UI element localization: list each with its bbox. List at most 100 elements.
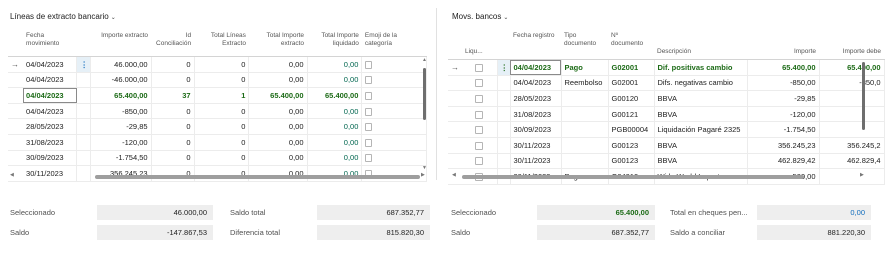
chevron-down-icon[interactable]: ⌄ — [111, 14, 116, 21]
row-actions[interactable] — [497, 75, 511, 92]
cell-total-importe[interactable]: 65.400,00 — [248, 87, 308, 104]
horizontal-scrollbar[interactable] — [462, 175, 804, 179]
cell-total-lineas[interactable]: 0 — [194, 72, 250, 89]
horizontal-scrollbar[interactable] — [95, 175, 420, 179]
cell-total-importe[interactable]: 0,00 — [248, 150, 308, 167]
cell-importe-debe[interactable] — [819, 106, 885, 123]
row-actions[interactable] — [76, 87, 92, 104]
cell-tipo[interactable] — [561, 106, 609, 123]
cell-fecha[interactable]: 30/09/2023 — [510, 121, 562, 138]
column-importe[interactable]: Importe — [747, 30, 819, 60]
cell-id[interactable]: 0 — [151, 56, 195, 73]
cell-documento[interactable]: G00123 — [608, 137, 655, 154]
cell-importe[interactable]: -120,00 — [90, 134, 152, 151]
checkbox[interactable] — [475, 79, 484, 88]
cell-descripcion[interactable]: Difs. negativas cambio — [654, 75, 748, 92]
cell-emoji[interactable] — [361, 72, 427, 89]
cell-descripcion[interactable]: BBVA — [654, 153, 748, 170]
cell-total-importe[interactable]: 0,00 — [248, 56, 308, 73]
cell-importe[interactable]: 462.829,42 — [747, 153, 820, 170]
row-actions[interactable] — [497, 90, 511, 107]
row-actions[interactable] — [76, 150, 92, 167]
cell-fecha[interactable]: 31/08/2023 — [510, 106, 562, 123]
row-actions[interactable]: ⋮ — [497, 59, 511, 76]
table-row[interactable]: 30/11/2023 G00123 BBVA 462.829,42 462.829,4 — [448, 153, 885, 170]
cell-id[interactable]: 0 — [151, 118, 195, 135]
cell-total-liquidado[interactable]: 0,00 — [307, 150, 363, 167]
cell-total-lineas[interactable]: 0 — [194, 103, 250, 120]
cell-importe[interactable]: -46.000,00 — [90, 72, 152, 89]
cell-descripcion[interactable]: Liquidación Pagaré 2325 — [654, 121, 748, 138]
cell-tipo[interactable]: Reembolso — [561, 75, 609, 92]
cheques-pendientes-value[interactable]: 0,00 — [757, 205, 871, 220]
cell-emoji[interactable] — [361, 118, 427, 135]
cell-liquidado[interactable] — [462, 90, 498, 107]
column-liquidado[interactable]: Liqu... — [462, 30, 497, 60]
table-row[interactable]: 04/04/2023 Reembolso G02001 Difs. negativas… — [448, 75, 885, 92]
table-row[interactable]: 30/11/2023 G00123 BBVA 356.245,23 356.245,2 — [448, 137, 885, 154]
cell-tipo[interactable] — [561, 121, 609, 138]
scroll-left-icon[interactable]: ◀ — [452, 172, 456, 178]
cell-fecha[interactable]: 28/05/2023 — [23, 118, 78, 135]
cell-documento[interactable]: G00123 — [608, 153, 655, 170]
column-fecha-registro[interactable]: Fecha registro — [510, 30, 561, 60]
cell-importe[interactable]: -120,00 — [747, 106, 820, 123]
table-row[interactable]: 04/04/2023 -46.000,00 0 0 0,00 0,00 — [8, 72, 427, 89]
more-options-icon[interactable]: ⋮ — [80, 60, 88, 69]
cell-documento[interactable]: PGB00004 — [608, 121, 655, 138]
cell-total-importe[interactable]: 0,00 — [248, 72, 308, 89]
cell-fecha[interactable]: 30/09/2023 — [23, 150, 78, 167]
checkbox[interactable] — [475, 157, 484, 166]
cell-importe[interactable]: -1.754,50 — [90, 150, 152, 167]
checkbox[interactable] — [475, 141, 484, 150]
checkbox[interactable] — [475, 126, 484, 135]
row-actions[interactable] — [76, 165, 92, 182]
column-total-lineas[interactable]: Total Líneas Extracto — [194, 30, 249, 57]
cell-total-lineas[interactable]: 0 — [194, 56, 250, 73]
vertical-scrollbar[interactable] — [862, 62, 865, 130]
cell-importe-debe[interactable]: -850,0 — [819, 75, 885, 92]
cell-liquidado[interactable] — [462, 121, 498, 138]
cell-emoji[interactable] — [361, 56, 427, 73]
cell-importe[interactable]: -850,00 — [747, 75, 820, 92]
cell-fecha[interactable]: 04/04/2023 — [510, 75, 562, 92]
row-actions[interactable]: ⋮ — [76, 56, 92, 73]
cell-liquidado[interactable] — [462, 153, 498, 170]
table-row[interactable]: → 04/04/2023 ⋮ 46.000,00 0 0 0,00 0,00 — [8, 56, 427, 73]
cell-emoji[interactable] — [361, 150, 427, 167]
cell-liquidado[interactable] — [462, 75, 498, 92]
table-row[interactable]: 30/09/2023 -1.754,50 0 0 0,00 0,00 — [8, 150, 427, 167]
cell-fecha[interactable]: 30/11/2023 — [510, 153, 562, 170]
scroll-down-icon[interactable]: ▼ — [422, 165, 427, 171]
cell-emoji[interactable] — [361, 87, 427, 104]
cell-tipo[interactable] — [561, 137, 609, 154]
row-actions[interactable] — [497, 153, 511, 170]
cell-total-importe[interactable]: 0,00 — [248, 103, 308, 120]
cell-id[interactable]: 0 — [151, 150, 195, 167]
checkbox[interactable] — [475, 63, 484, 72]
cell-fecha[interactable]: 31/08/2023 — [23, 134, 78, 151]
table-row[interactable]: 28/05/2023 -29,85 0 0 0,00 0,00 — [8, 118, 427, 135]
cell-importe[interactable]: -1.754,50 — [747, 121, 820, 138]
scroll-right-icon[interactable]: ▶ — [421, 172, 425, 178]
cell-total-importe[interactable]: 0,00 — [248, 134, 308, 151]
panel-title[interactable]: Movs. bancos ⌄ — [452, 12, 508, 21]
cell-descripcion[interactable]: BBVA — [654, 90, 748, 107]
table-row[interactable]: 04/04/2023 65.400,00 37 1 65.400,00 65.400,00 — [8, 87, 427, 104]
cell-total-lineas[interactable]: 0 — [194, 150, 250, 167]
cell-importe-debe[interactable]: 356.245,2 — [819, 137, 885, 154]
cell-descripcion[interactable]: Dif. positivas cambio — [654, 59, 748, 76]
cell-descripcion[interactable]: BBVA — [654, 106, 748, 123]
cell-id[interactable]: 0 — [151, 72, 195, 89]
cell-total-liquidado[interactable]: 0,00 — [307, 103, 363, 120]
cell-fecha[interactable]: 04/04/2023 — [510, 59, 562, 76]
cell-importe-debe[interactable] — [819, 121, 885, 138]
row-actions[interactable] — [497, 137, 511, 154]
cell-liquidado[interactable] — [462, 59, 498, 76]
column-importe-extracto[interactable]: Importe extracto — [90, 30, 152, 57]
cell-tipo[interactable] — [561, 153, 609, 170]
checkbox[interactable] — [475, 94, 484, 103]
cell-total-liquidado[interactable]: 0,00 — [307, 56, 363, 73]
table-row[interactable]: 04/04/2023 -850,00 0 0 0,00 0,00 — [8, 103, 427, 120]
cell-id[interactable]: 0 — [151, 134, 195, 151]
